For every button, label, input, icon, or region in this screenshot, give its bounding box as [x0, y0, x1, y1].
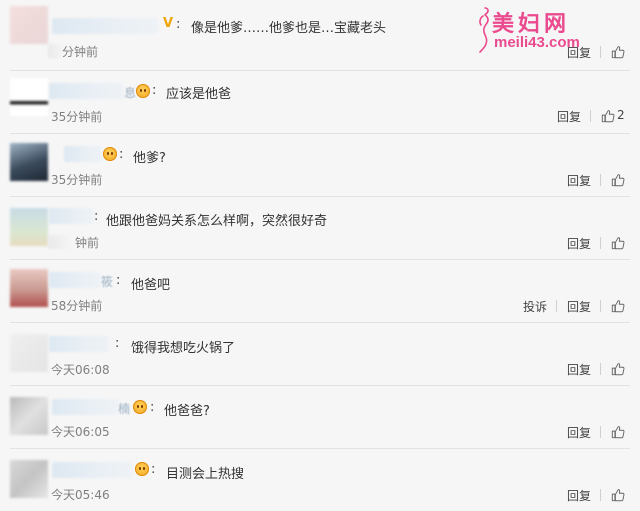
avatar[interactable] — [10, 78, 48, 116]
emoji-badge-icon — [103, 147, 117, 161]
comment-text: 目测会上热搜 — [166, 467, 245, 482]
avatar[interactable] — [10, 6, 48, 44]
divider — [10, 70, 630, 71]
thumbs-up-icon[interactable] — [611, 173, 625, 187]
username[interactable] — [49, 272, 101, 288]
divider — [10, 196, 630, 197]
colon: : — [150, 400, 155, 415]
comment-text: 像是他爹……他爹也是…宝藏老头 — [191, 21, 387, 36]
avatar[interactable] — [10, 269, 48, 307]
v-badge-icon: V — [163, 16, 174, 31]
reply-button[interactable]: 回复 — [567, 487, 591, 504]
woman-silhouette-icon — [479, 7, 489, 53]
reply-button[interactable]: 回复 — [557, 108, 581, 125]
divider — [600, 237, 601, 249]
comment-text: 他跟他爸妈关系怎么样啊，突然很好奇 — [106, 214, 328, 229]
comment-item: 楠 : 他爸爸? 今天06:05 回复 — [0, 385, 640, 448]
time-mask — [48, 235, 72, 249]
divider — [590, 110, 591, 122]
avatar[interactable] — [10, 334, 48, 372]
colon: : — [116, 273, 121, 288]
username[interactable] — [52, 399, 118, 415]
username[interactable] — [49, 208, 94, 224]
divider — [600, 489, 601, 501]
comment-time: 58分钟前 — [51, 299, 103, 313]
colon: : — [119, 147, 124, 162]
divider — [600, 174, 601, 186]
avatar[interactable] — [10, 208, 48, 246]
avatar[interactable] — [10, 397, 48, 435]
comment-time: 今天06:08 — [51, 363, 110, 377]
comment-text: 他爸吧 — [131, 278, 171, 293]
username[interactable] — [52, 462, 132, 478]
reply-button[interactable]: 回复 — [567, 361, 591, 378]
comment-time: 钟前 — [75, 236, 100, 250]
username[interactable] — [64, 146, 102, 162]
emoji-badge-icon — [133, 400, 147, 414]
comment-time: 35分钟前 — [51, 110, 103, 124]
divider — [10, 385, 630, 386]
username[interactable] — [49, 336, 109, 352]
comment-item: 筱 : 他爸吧 58分钟前 投诉 回复 — [0, 259, 640, 322]
comment-text: 应该是他爸 — [166, 87, 232, 102]
comment-item: : 饿得我想吃火锅了 今天06:08 回复 — [0, 322, 640, 385]
colon: : — [152, 83, 157, 98]
thumbs-up-icon[interactable] — [611, 236, 625, 250]
colon: : — [151, 462, 156, 477]
username[interactable] — [52, 18, 158, 34]
username-tail: 筱 — [101, 275, 114, 289]
username-tail: 楠 — [118, 402, 131, 416]
thumbs-up-icon[interactable] — [611, 299, 625, 313]
thumbs-up-icon[interactable] — [611, 362, 625, 376]
reply-button[interactable]: 回复 — [567, 424, 591, 441]
comment-time: 35分钟前 — [51, 173, 103, 187]
comment-item: : 他跟他爸妈关系怎么样啊，突然很好奇 钟前 回复 — [0, 196, 640, 259]
thumbs-up-icon[interactable] — [611, 425, 625, 439]
divider — [10, 133, 630, 134]
colon: : — [115, 336, 120, 351]
site-watermark: 美妇网 meili43.com — [470, 4, 638, 56]
divider — [10, 448, 630, 449]
comment-text: 他爹? — [133, 151, 166, 166]
avatar[interactable] — [10, 460, 48, 498]
comment-time: 分钟前 — [62, 45, 99, 59]
reply-button[interactable]: 回复 — [567, 298, 591, 315]
divider — [600, 426, 601, 438]
comment-item: : 他爹? 35分钟前 回复 — [0, 133, 640, 196]
colon: : — [176, 17, 181, 32]
thumbs-up-icon[interactable] — [611, 488, 625, 502]
comment-item: 息 : 应该是他爸 35分钟前 回复 2 — [0, 70, 640, 133]
comment-time: 今天06:05 — [51, 425, 110, 439]
divider — [600, 300, 601, 312]
divider — [556, 300, 557, 312]
divider — [10, 322, 630, 323]
emoji-badge-icon — [135, 462, 149, 476]
divider — [600, 363, 601, 375]
emoji-badge-icon — [136, 84, 150, 98]
divider — [10, 259, 630, 260]
comment-time: 今天05:46 — [51, 488, 110, 502]
comment-text: 饿得我想吃火锅了 — [131, 341, 236, 356]
comment-text: 他爸爸? — [164, 404, 210, 419]
comment-item: : 目测会上热搜 今天05:46 回复 — [0, 448, 640, 511]
report-button[interactable]: 投诉 — [523, 298, 547, 315]
avatar[interactable] — [10, 143, 48, 181]
like-count: 2 — [617, 108, 625, 122]
thumbs-up-icon[interactable] — [601, 109, 615, 123]
reply-button[interactable]: 回复 — [567, 172, 591, 189]
watermark-url: meili43.com — [494, 34, 580, 51]
username[interactable] — [49, 83, 123, 99]
reply-button[interactable]: 回复 — [567, 235, 591, 252]
colon: : — [94, 209, 99, 224]
username-tail: 息 — [124, 86, 137, 100]
